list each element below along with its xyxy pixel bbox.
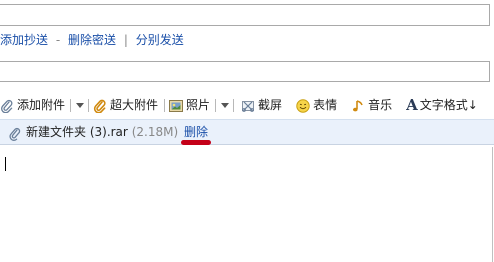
paperclip-icon <box>0 98 14 114</box>
photo-button[interactable]: 照片 <box>169 94 210 116</box>
separator-dash: - <box>55 33 61 47</box>
message-body-editor[interactable] <box>0 147 493 262</box>
photo-icon <box>169 98 184 112</box>
separator-bar: | <box>123 33 128 47</box>
highlight-underline-mark <box>181 140 211 145</box>
subject-input[interactable] <box>0 61 490 82</box>
text-caret <box>5 157 6 171</box>
screenshot-icon <box>241 98 255 112</box>
toolbar-divider <box>164 98 166 112</box>
add-attachment-button[interactable]: 添加附件 <box>0 94 65 116</box>
screenshot-button[interactable]: 截屏 <box>241 94 282 116</box>
remove-bcc-link[interactable]: 删除密送 <box>68 33 116 47</box>
photo-label: 照片 <box>186 98 211 112</box>
music-button[interactable]: 音乐 <box>351 94 392 116</box>
compose-window: 添加抄送 - 删除密送 | 分别发送 添加附件 超大附件 照片 截屏 表情 音乐… <box>0 0 494 262</box>
toolbar-divider <box>88 98 90 112</box>
add-cc-link[interactable]: 添加抄送 <box>0 33 48 47</box>
gold-paperclip-icon <box>93 98 107 114</box>
text-format-icon: A <box>406 96 418 114</box>
toolbar-divider <box>215 98 217 112</box>
attachment-name: 新建文件夹 (3).rar <box>26 125 128 139</box>
screenshot-label: 截屏 <box>258 98 283 112</box>
smiley-icon <box>296 98 310 113</box>
toolbar-divider <box>233 98 235 112</box>
emoticon-label: 表情 <box>313 98 338 112</box>
add-attachment-label: 添加附件 <box>17 98 66 112</box>
send-separately-link[interactable]: 分别发送 <box>136 33 184 47</box>
recipient-input[interactable] <box>0 4 490 26</box>
large-attachment-label: 超大附件 <box>110 98 159 112</box>
attachment-row: 新建文件夹 (3).rar (2.18M) 删除 <box>0 119 494 145</box>
emoticon-button[interactable]: 表情 <box>296 94 337 116</box>
attachment-dropdown-arrow-icon[interactable] <box>76 102 85 108</box>
text-format-button[interactable]: A 文字格式↓ <box>406 94 478 116</box>
music-label: 音乐 <box>368 98 393 112</box>
large-attachment-button[interactable]: 超大附件 <box>93 94 158 116</box>
music-note-icon <box>351 98 365 112</box>
compose-toolbar: 添加附件 超大附件 照片 截屏 表情 音乐 A 文字格式↓ <box>0 94 494 116</box>
recipient-options: 添加抄送 - 删除密送 | 分别发送 <box>0 31 184 49</box>
text-format-label: 文字格式↓ <box>419 98 478 112</box>
paperclip-icon <box>9 125 21 149</box>
toolbar-divider <box>70 98 72 112</box>
attachment-filename: 新建文件夹 (3).rar (2.18M) <box>26 120 178 144</box>
attachment-size: (2.18M) <box>131 125 179 139</box>
photo-dropdown-arrow-icon[interactable] <box>221 102 230 108</box>
